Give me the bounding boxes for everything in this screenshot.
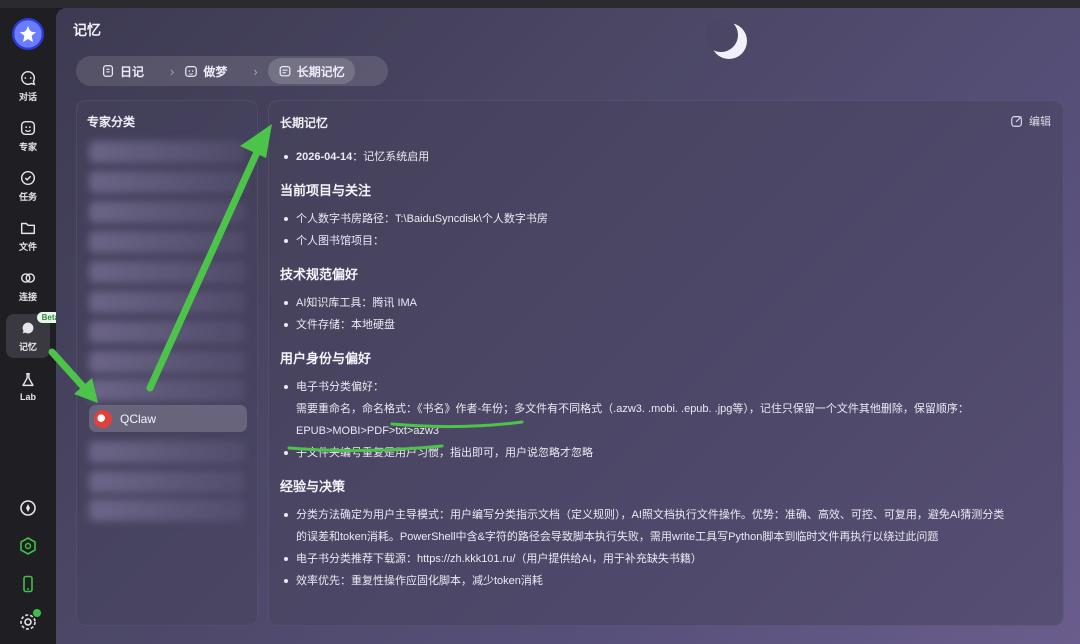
memory-content: 2026-04-14：记忆系统启用 当前项目与关注 个人数字书房路径：T:\Ba… [280,146,1055,592]
phone-icon[interactable] [18,574,38,594]
list-item-detail: 需要重命名，命名格式：《书名》作者-年份；多文件有不同格式（.azw3. .mo… [296,403,969,415]
memory-panel-title: 长期记忆 [280,116,329,130]
app-logo[interactable] [12,18,44,50]
rail-item-expert[interactable]: 专家 [6,114,50,158]
section-heading: 当前项目与关注 [280,183,372,198]
compass-icon[interactable] [18,498,38,518]
tab-long-term-memory-label: 长期记忆 [296,64,345,79]
rail-item-files[interactable]: 文件 [6,214,50,258]
rail-label-task: 任务 [18,192,37,202]
list-item: 分类方法确定为用户主导模式：用户编写分类指示文档（定义规则），AI照文档执行文件… [280,504,1055,526]
rail-label-memory: 记忆 [18,342,37,352]
dream-icon [185,66,198,77]
expert-item-label: QClaw [120,411,157,426]
folder-icon [20,222,36,235]
moon-icon [706,18,747,59]
list-item: 子文件夹编号重复是用户习惯，指出即可，用户说忽略才忽略 [280,442,1055,464]
page-title: 记忆 [73,22,101,38]
left-nav-rail: 对话 专家 任务 文件 连接 Beta 记忆 Lab [0,8,64,644]
blurred-expert-item[interactable] [89,141,245,163]
calendar-icon [279,66,291,77]
blurred-expert-item[interactable] [89,171,245,193]
intro-date: 2026-04-14 [296,151,353,163]
blurred-expert-item[interactable] [89,291,245,313]
star-logo-icon [19,25,37,43]
rail-item-task[interactable]: 任务 [6,164,50,208]
list-item: 文件存储：本地硬盘 [280,314,1055,336]
blurred-expert-item[interactable] [89,261,245,283]
list-item-detail: EPUB>MOBI>PDF>txt>azw3 [296,425,440,437]
edit-button-label: 编辑 [1029,116,1051,128]
memory-icon [22,322,34,334]
expert-category-panel: 专家分类 QClaw [76,100,258,626]
blurred-expert-item[interactable] [89,321,245,343]
rail-label-connect: 连接 [18,292,37,302]
list-item: AI知识库工具：腾讯 IMA [280,292,1055,314]
tab-long-term-memory[interactable]: 长期记忆 [267,58,355,84]
rail-bottom-actions [0,498,56,632]
expert-panel-title: 专家分类 [87,115,136,129]
blurred-expert-item[interactable] [89,351,245,373]
section-heading: 技术规范偏好 [280,267,359,282]
rail-label-expert: 专家 [18,142,37,152]
tab-diary-label: 日记 [120,64,145,79]
tab-dream[interactable]: 做梦 [184,58,237,84]
qclaw-icon [94,409,112,428]
intro-text: ：记忆系统启用 [352,151,430,163]
rail-item-connect[interactable]: 连接 [6,264,50,308]
task-icon [20,170,36,186]
blurred-expert-item[interactable] [89,379,245,401]
rail-label-files: 文件 [18,242,37,252]
chat-icon [21,70,36,86]
link-icon [20,273,36,283]
expert-item-qclaw[interactable]: QClaw [89,405,247,432]
rail-item-chat[interactable]: 对话 [6,64,50,108]
edit-button[interactable]: 编辑 [1010,113,1051,129]
blurred-expert-item[interactable] [89,499,245,521]
blurred-expert-item[interactable] [89,441,245,463]
list-item-detail: 的误差和token消耗。PowerShell中含&字符的路径会导致脚本执行失败，… [296,531,939,543]
rail-item-memory[interactable]: Beta 记忆 [6,312,64,358]
settings-button[interactable] [18,609,41,632]
blurred-expert-item[interactable] [89,231,245,253]
update-dot [33,609,41,617]
list-item: 电子书分类推荐下载源：https://zh.kkk101.ru/（用户提供给AI… [280,548,1055,570]
hexagon-icon[interactable] [18,536,38,556]
list-item: 电子书分类偏好： [280,376,1055,398]
chevron-right-icon: › [253,63,258,79]
section-heading: 用户身份与偏好 [280,351,372,366]
section-heading: 经验与决策 [280,479,346,494]
blurred-expert-item[interactable] [89,201,245,223]
list-item: 个人图书馆项目： [280,230,1055,252]
rail-label-lab: Lab [19,391,36,402]
long-term-memory-panel: 长期记忆 编辑 2026-04-14：记忆系统启用 当前项目与关注 个人数字书房… [268,100,1064,626]
expert-icon [20,120,36,136]
list-item: 效率优先：重复性操作应固化脚本，减少token消耗 [280,570,1055,592]
rail-item-lab[interactable]: Lab [6,364,50,408]
edit-icon [1011,116,1022,127]
flask-icon [22,372,34,386]
tab-dream-label: 做梦 [203,64,228,79]
diary-icon [103,65,113,77]
memory-tabs: 日记 › 做梦 › 长期记忆 [76,56,388,86]
main-area: 记忆 日记 › 做梦 › 长期记忆 专家分类 QClaw 长期记忆 编辑 202… [56,8,1080,644]
list-item: 2026-04-14：记忆系统启用 [280,146,1055,168]
window-top-bar [0,0,1080,8]
list-item: 个人数字书房路径：T:\BaiduSyncdisk\个人数字书房 [280,208,1055,230]
rail-label-chat: 对话 [18,92,37,102]
tab-diary[interactable]: 日记 [79,58,154,84]
chevron-right-icon: › [170,63,175,79]
blurred-expert-item[interactable] [89,471,245,493]
